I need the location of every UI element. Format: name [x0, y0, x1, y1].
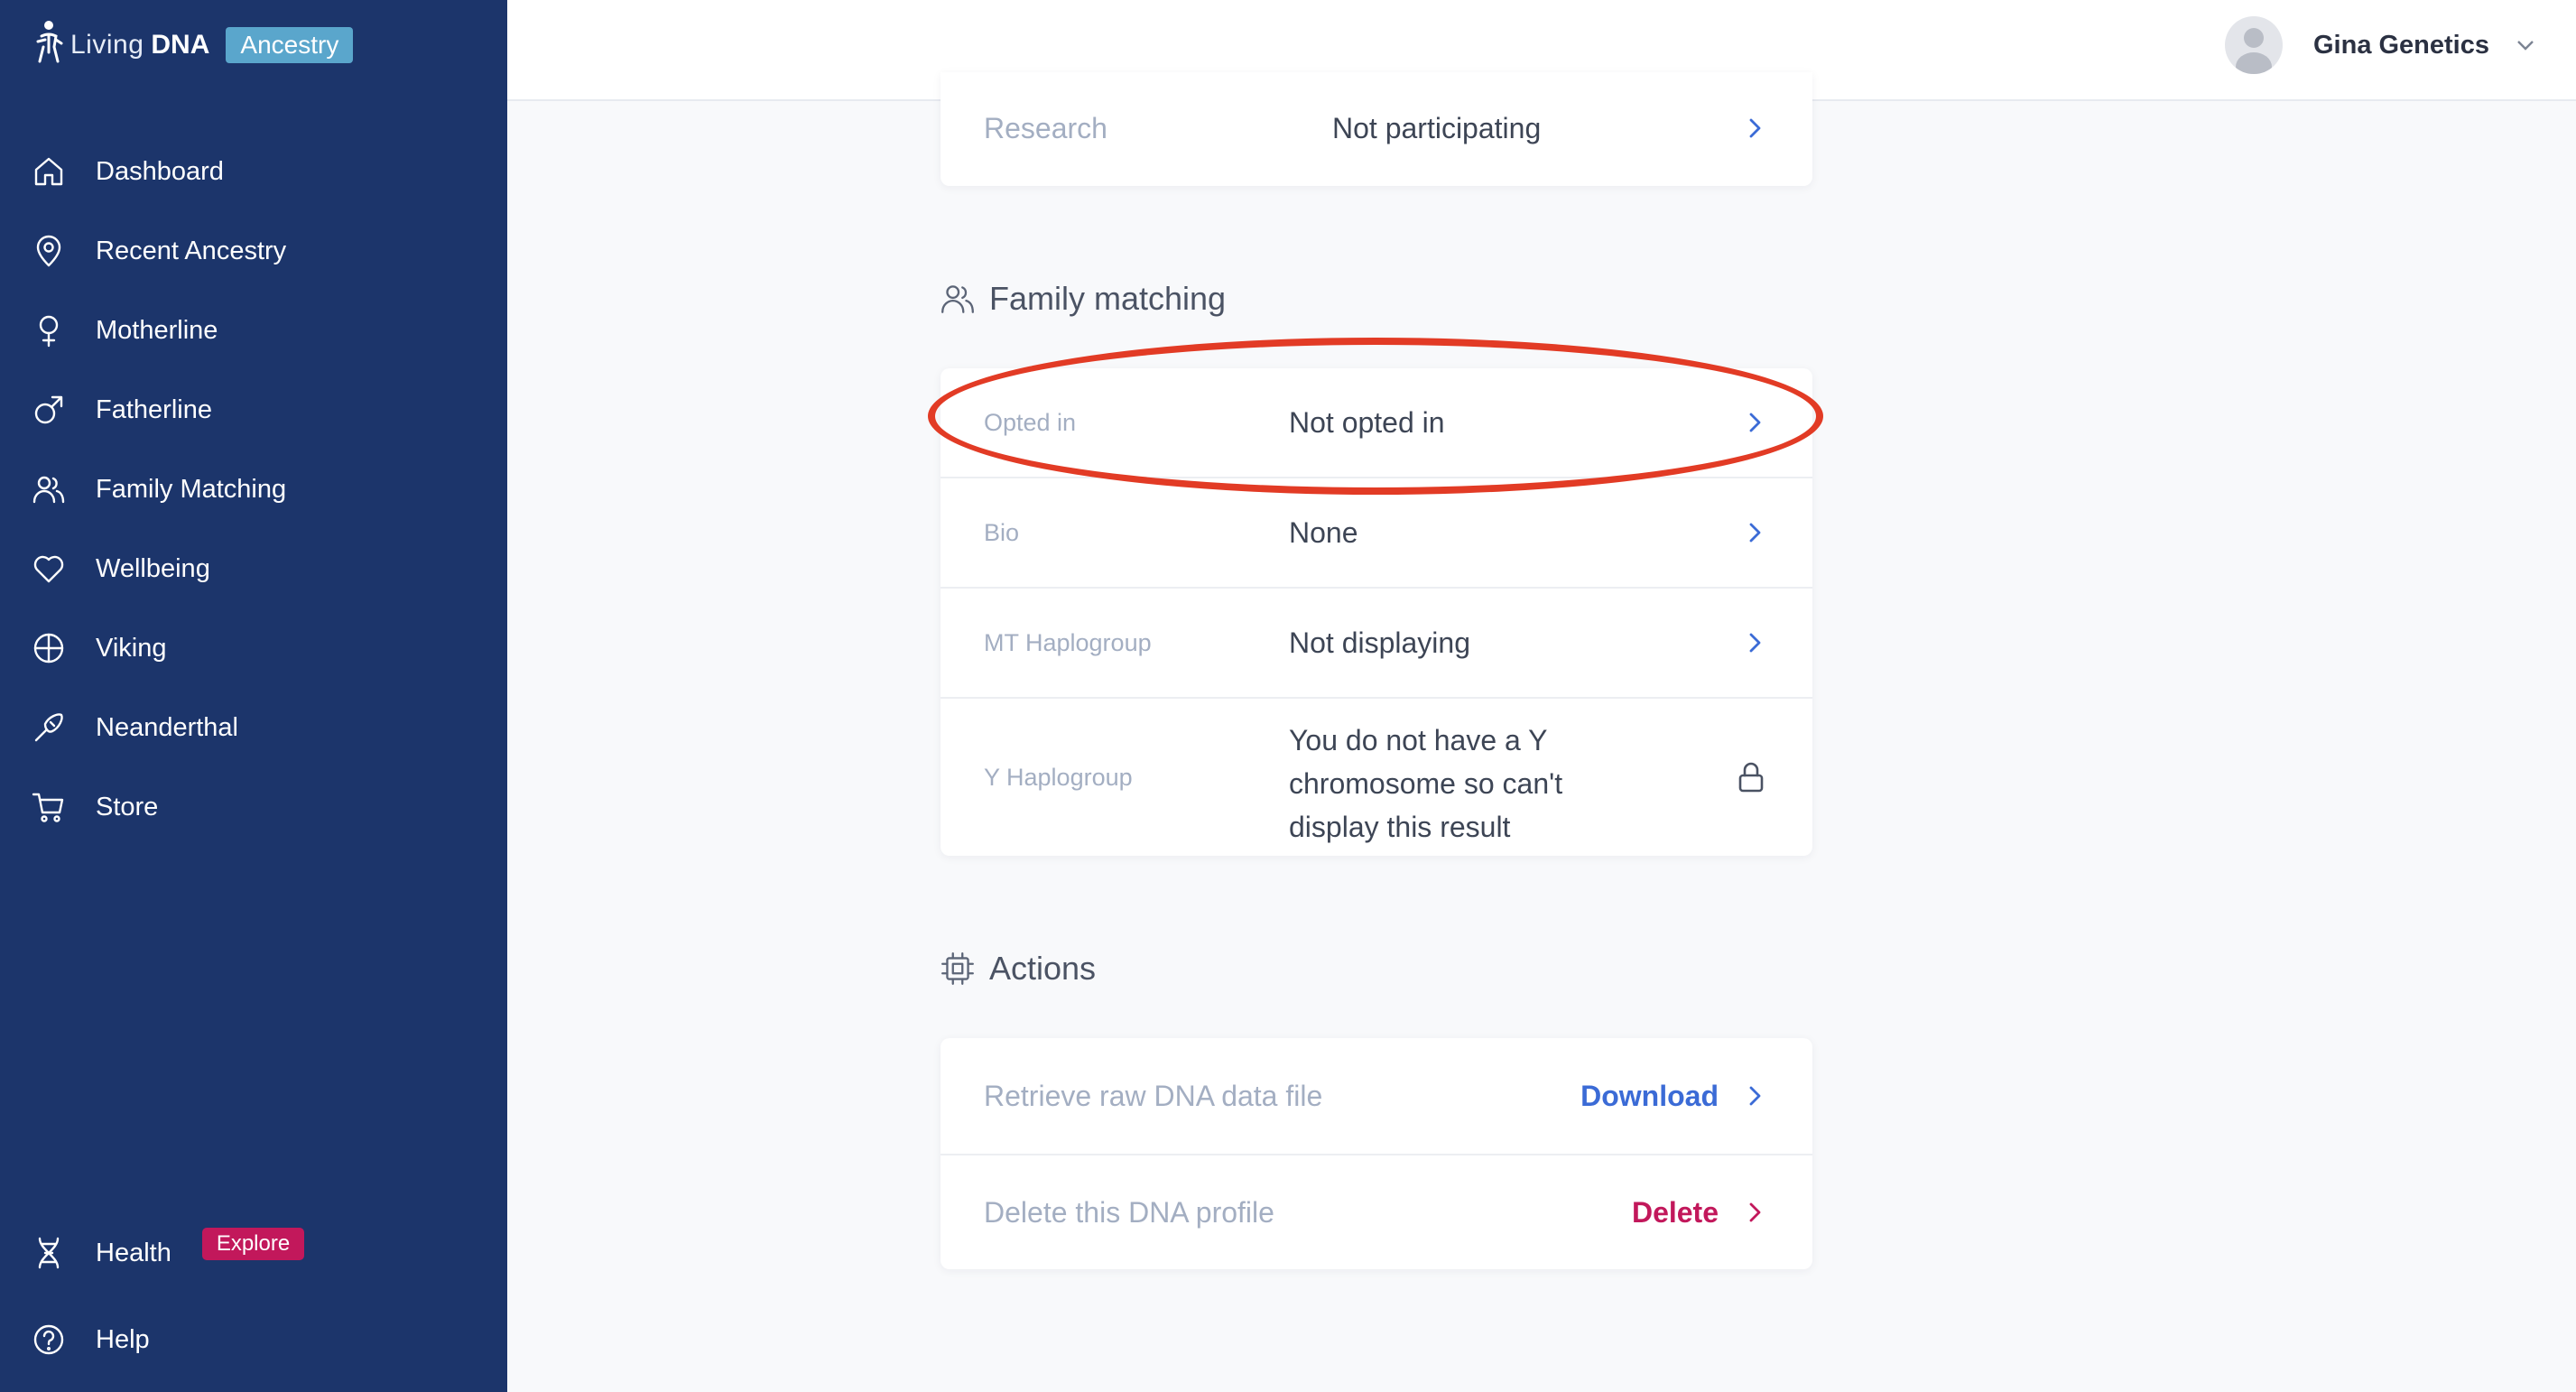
- row-label: Delete this DNA profile: [984, 1195, 1274, 1229]
- sidebar-item-label: Family Matching: [96, 474, 287, 504]
- sidebar-item-label: Viking: [96, 633, 167, 663]
- row-value-line: display this result: [1289, 811, 1511, 843]
- sidebar-item-label: Neanderthal: [96, 712, 238, 742]
- chevron-right-icon: [1742, 1083, 1767, 1109]
- sidebar-item-label: Health: [96, 1238, 171, 1267]
- sidebar-item-label: Dashboard: [96, 156, 224, 186]
- sidebar-item-wellbeing[interactable]: Wellbeing: [29, 543, 210, 594]
- sidebar-item-health[interactable]: Health Explore: [29, 1228, 305, 1278]
- sidebar-item-motherline[interactable]: Motherline: [29, 305, 218, 356]
- sidebar-item-recent-ancestry[interactable]: Recent Ancestry: [29, 226, 286, 276]
- bio-row[interactable]: Bio None: [941, 478, 1812, 587]
- sidebar-item-help[interactable]: Help: [29, 1314, 150, 1365]
- research-row[interactable]: Research Not participating: [941, 101, 1812, 155]
- logo-text-dna: DNA: [151, 30, 210, 60]
- sidebar-item-label: Store: [96, 792, 159, 821]
- delete-row[interactable]: Delete this DNA profile Delete: [941, 1155, 1812, 1269]
- row-value: Not displaying: [1289, 626, 1470, 659]
- section-title: Family matching: [989, 280, 1227, 317]
- section-title: Actions: [989, 950, 1097, 987]
- y-haplogroup-row: Y Haplogroup You do not have a Y chromos…: [941, 699, 1812, 856]
- cart-icon: [29, 787, 69, 827]
- users-icon: [941, 285, 974, 313]
- sidebar-item-viking[interactable]: Viking: [29, 623, 166, 673]
- opted-in-row[interactable]: Opted in Not opted in: [941, 368, 1812, 477]
- viking-shield-icon: [29, 628, 69, 668]
- sidebar: Living DNA Ancestry Dashboard Recent Anc…: [0, 0, 507, 1392]
- sidebar-item-neanderthal[interactable]: Neanderthal: [29, 702, 238, 753]
- dna-helix-icon: [29, 1233, 69, 1273]
- actions-heading: Actions: [939, 950, 1096, 988]
- delete-link[interactable]: Delete: [1632, 1196, 1719, 1230]
- chevron-right-icon: [1742, 410, 1767, 435]
- ancestry-tag: Ancestry: [226, 27, 354, 63]
- row-value-line: chromosome so can't: [1289, 767, 1563, 800]
- chip-icon: [941, 952, 974, 985]
- row-label: Research: [984, 111, 1107, 144]
- row-label: Opted in: [984, 408, 1077, 436]
- row-value: None: [1289, 516, 1358, 549]
- research-card: Research Not participating: [941, 72, 1812, 186]
- sidebar-item-label: Fatherline: [96, 394, 212, 424]
- sidebar-item-family-matching[interactable]: Family Matching: [29, 464, 286, 515]
- download-link[interactable]: Download: [1580, 1080, 1719, 1113]
- male-symbol-icon: [29, 390, 69, 430]
- sidebar-item-label: Help: [96, 1324, 150, 1354]
- explore-badge[interactable]: Explore: [201, 1228, 305, 1260]
- map-pin-icon: [29, 231, 69, 271]
- sidebar-item-label: Motherline: [96, 315, 218, 345]
- female-symbol-icon: [29, 311, 69, 350]
- heart-icon: [29, 549, 69, 589]
- family-matching-card: Opted in Not opted in Bio None MT Haplog…: [941, 368, 1812, 856]
- row-value: You do not have a Y chromosome so can't …: [1289, 719, 1562, 849]
- chevron-down-icon: [2515, 34, 2536, 56]
- club-icon: [29, 708, 69, 747]
- sidebar-item-label: Wellbeing: [96, 553, 210, 583]
- sidebar-item-fatherline[interactable]: Fatherline: [29, 385, 212, 435]
- home-icon: [29, 152, 69, 191]
- dna-figure-logo-icon: [36, 21, 63, 63]
- chevron-right-icon: [1742, 630, 1767, 655]
- users-icon: [29, 469, 69, 509]
- row-value: Not opted in: [1289, 406, 1445, 439]
- row-label: Y Haplogroup: [984, 763, 1133, 791]
- lock-icon: [1733, 759, 1769, 795]
- chevron-right-icon: [1742, 116, 1767, 141]
- user-name: Gina Genetics: [2312, 30, 2489, 60]
- row-label: Bio: [984, 518, 1020, 546]
- sidebar-item-dashboard[interactable]: Dashboard: [29, 146, 224, 197]
- avatar: [2224, 16, 2283, 74]
- family-matching-heading: Family matching: [939, 280, 1226, 318]
- row-value: Not participating: [1332, 112, 1542, 144]
- download-row[interactable]: Retrieve raw DNA data file Download: [941, 1038, 1812, 1154]
- chevron-right-icon: [1742, 520, 1767, 545]
- row-label: Retrieve raw DNA data file: [984, 1079, 1323, 1112]
- row-label: MT Haplogroup: [984, 628, 1152, 656]
- help-circle-icon: [29, 1320, 69, 1360]
- logo-text-living: Living: [70, 30, 144, 60]
- chevron-right-icon: [1742, 1200, 1767, 1225]
- user-menu[interactable]: Gina Genetics: [2224, 16, 2536, 74]
- sidebar-item-store[interactable]: Store: [29, 782, 158, 832]
- living-dna-logo[interactable]: Living DNA Ancestry: [29, 16, 354, 74]
- actions-card: Retrieve raw DNA data file Download Dele…: [941, 1038, 1812, 1269]
- sidebar-item-label: Recent Ancestry: [96, 236, 287, 265]
- mt-haplogroup-row[interactable]: MT Haplogroup Not displaying: [941, 589, 1812, 697]
- row-value-line: You do not have a Y: [1289, 724, 1548, 756]
